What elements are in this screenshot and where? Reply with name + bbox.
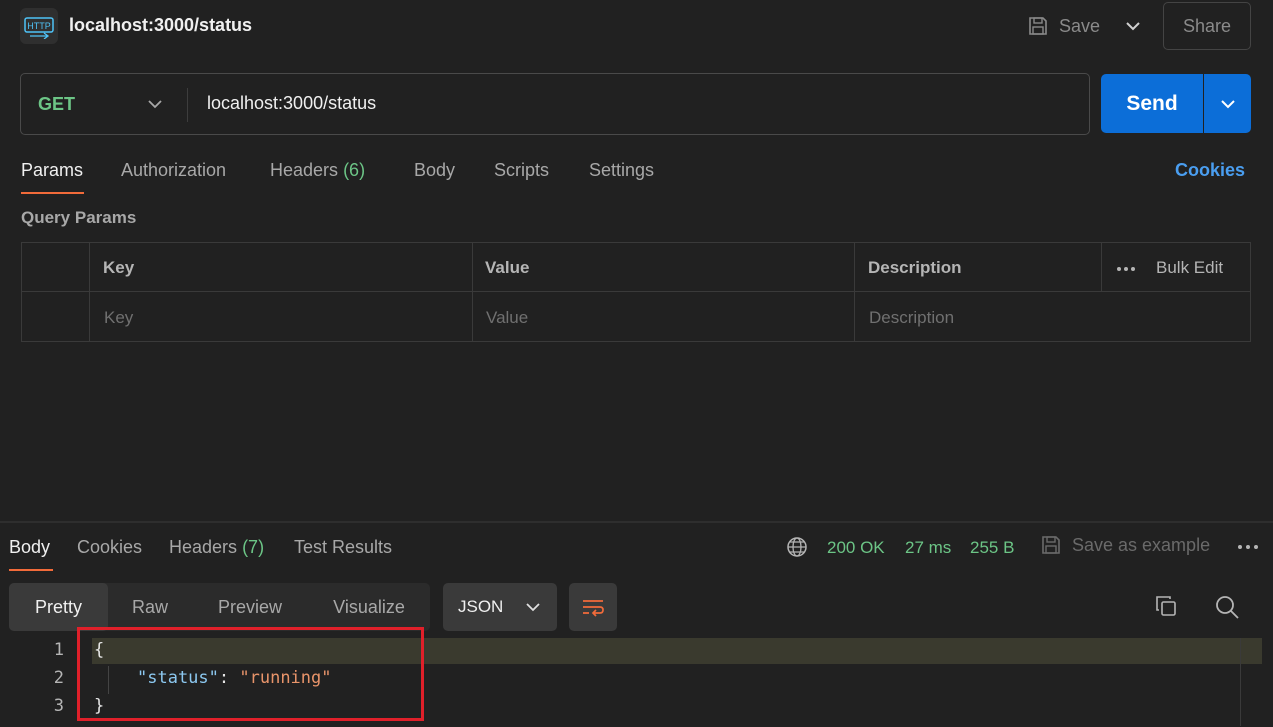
query-params-label: Query Params [21, 208, 137, 227]
format-select[interactable]: JSON [443, 583, 557, 631]
response-tab-cookies[interactable]: Cookies [77, 537, 142, 558]
request-tabs: Params Authorization Headers (6) Body Sc… [0, 150, 1273, 194]
more-options-icon[interactable] [1116, 266, 1136, 272]
response-tab-test-results[interactable]: Test Results [294, 537, 392, 558]
more-options-icon[interactable] [1237, 544, 1259, 550]
send-button[interactable]: Send [1101, 74, 1203, 133]
response-headers-count: (7) [242, 537, 265, 557]
svg-text:HTTP: HTTP [27, 21, 51, 31]
request-title: localhost:3000/status [69, 15, 253, 35]
wrap-lines-icon [583, 600, 604, 617]
save-options-button[interactable] [1118, 12, 1148, 40]
line-number: 3 [53, 696, 64, 716]
view-visualize-button[interactable]: Visualize [308, 583, 430, 631]
chevron-down-icon [1126, 22, 1140, 31]
tab-scripts[interactable]: Scripts [494, 160, 549, 181]
save-icon [1029, 17, 1047, 35]
method-select[interactable]: GET [38, 94, 75, 115]
active-tab-indicator [9, 569, 53, 571]
view-mode-group: Pretty Raw Preview Visualize [9, 583, 430, 631]
chevron-down-icon[interactable] [145, 94, 165, 114]
globe-icon[interactable] [786, 536, 808, 558]
tab-body[interactable]: Body [414, 160, 455, 181]
title-bar: HTTP localhost:3000/status Save Share [0, 0, 1273, 52]
response-tab-body[interactable]: Body [9, 537, 50, 558]
response-size[interactable]: 255 B [970, 538, 1014, 558]
response-tab-headers[interactable]: Headers (7) [169, 537, 264, 558]
send-options-button[interactable] [1204, 74, 1251, 133]
response-time[interactable]: 27 ms [905, 538, 951, 558]
url-input[interactable]: localhost:3000/status [207, 93, 376, 114]
status-code[interactable]: 200 OK [827, 538, 885, 558]
format-value: JSON [458, 597, 504, 616]
share-button[interactable]: Share [1163, 2, 1251, 50]
view-pretty-button[interactable]: Pretty [9, 583, 108, 631]
highlight-annotation [77, 627, 424, 721]
table-header-row: Key Value Description Bulk Edit [22, 243, 1250, 292]
save-button[interactable]: Save [1027, 10, 1100, 42]
tab-headers[interactable]: Headers (6) [270, 160, 365, 181]
tab-params[interactable]: Params [21, 160, 83, 181]
column-header-description: Description [868, 258, 962, 277]
copy-icon[interactable] [1154, 594, 1178, 618]
response-tab-headers-label: Headers [169, 537, 238, 557]
chevron-down-icon [526, 603, 540, 612]
column-header-key: Key [103, 258, 135, 277]
cookies-link[interactable]: Cookies [1175, 160, 1245, 181]
chevron-down-icon [1220, 99, 1235, 108]
http-request-icon: HTTP [20, 8, 58, 44]
save-icon [1042, 536, 1060, 554]
line-number: 2 [53, 668, 64, 688]
tab-authorization[interactable]: Authorization [121, 160, 226, 181]
view-preview-button[interactable]: Preview [192, 583, 308, 631]
key-input[interactable]: Key [104, 308, 133, 328]
table-row: Key Value Description [22, 293, 1250, 342]
editor-ruler [1240, 638, 1241, 726]
save-as-example-button[interactable]: Save as example [1040, 534, 1210, 556]
save-label: Save [1059, 15, 1101, 36]
search-icon[interactable] [1214, 594, 1240, 620]
divider [187, 88, 188, 122]
url-bar: GET localhost:3000/status [20, 73, 1090, 135]
wrap-lines-button[interactable] [569, 583, 617, 631]
bulk-edit-button[interactable]: Bulk Edit [1156, 258, 1223, 278]
description-input[interactable]: Description [869, 308, 954, 328]
headers-count: (6) [343, 160, 366, 180]
query-params-table: Key Value Description Bulk Edit Key Valu… [21, 242, 1251, 342]
tab-settings[interactable]: Settings [589, 160, 654, 181]
view-raw-button[interactable]: Raw [108, 583, 192, 631]
value-input[interactable]: Value [486, 308, 528, 328]
tab-headers-label: Headers [270, 160, 339, 180]
line-number: 1 [53, 640, 64, 660]
active-tab-indicator [21, 192, 84, 194]
panel-resize-handle[interactable] [0, 521, 1273, 523]
column-header-value: Value [485, 258, 530, 277]
save-as-example-label: Save as example [1072, 534, 1211, 555]
